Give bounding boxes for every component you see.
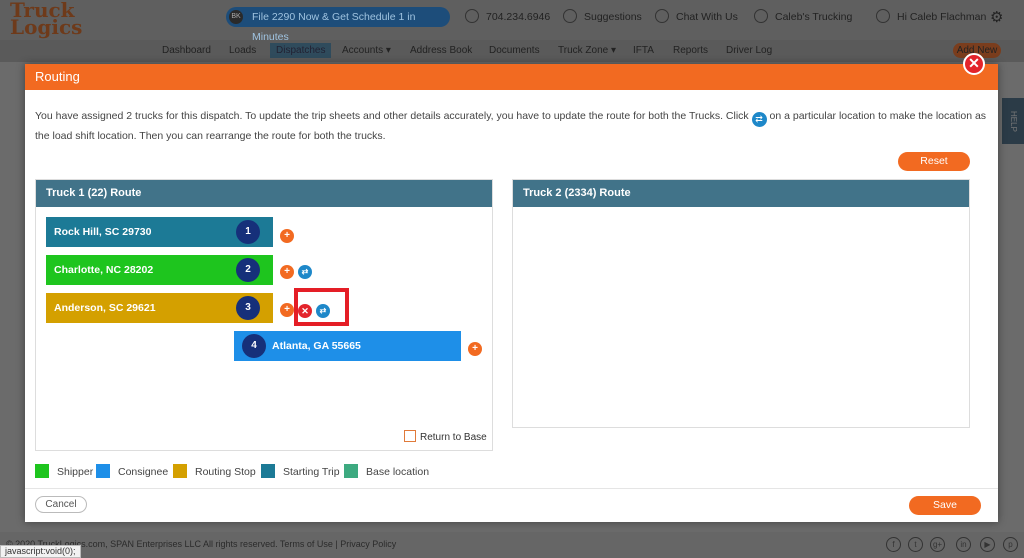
legend-routing-stop: Routing Stop bbox=[173, 464, 256, 479]
add-stop-icon[interactable]: + bbox=[468, 342, 482, 356]
user-greeting[interactable]: Hi Caleb Flachman bbox=[897, 11, 986, 23]
save-button[interactable]: Save bbox=[909, 496, 981, 515]
legend-label: Base location bbox=[366, 466, 430, 478]
suggestions-icon bbox=[563, 9, 577, 23]
legend-swatch bbox=[173, 464, 187, 478]
legend-label: Starting Trip bbox=[283, 466, 340, 478]
route-stop-number: 2 bbox=[236, 258, 260, 282]
nav-truck-zone[interactable]: Truck Zone ▾ bbox=[558, 45, 616, 56]
youtube-icon[interactable]: ▶ bbox=[980, 537, 995, 552]
nav-documents[interactable]: Documents bbox=[489, 45, 540, 56]
gear-icon[interactable]: ⚙ bbox=[990, 8, 1003, 26]
route-stop-3[interactable]: Anderson, SC 29621 3 bbox=[46, 293, 273, 323]
phone-number: 704.234.6946 bbox=[486, 11, 551, 23]
promo-icon: BK bbox=[229, 10, 243, 24]
legend-label: Shipper bbox=[57, 466, 94, 478]
app-footer: © 2020 TruckLogics.com, SPAN Enterprises… bbox=[0, 532, 1024, 558]
nav-reports[interactable]: Reports bbox=[673, 45, 708, 56]
route-stop-label: Atlanta, GA 55665 bbox=[272, 340, 361, 352]
truck1-route-panel: Truck 1 (22) Route Rock Hill, SC 29730 1… bbox=[35, 179, 493, 451]
status-bar-url: javascript:void(0); bbox=[0, 545, 81, 558]
linkedin-icon[interactable]: in bbox=[956, 537, 971, 552]
company-name[interactable]: Caleb's Trucking bbox=[775, 11, 852, 23]
help-tab[interactable]: HELP bbox=[1002, 98, 1024, 144]
pinterest-icon[interactable]: p bbox=[1003, 537, 1018, 552]
twitter-icon[interactable]: t bbox=[908, 537, 923, 552]
legend-shipper: Shipper bbox=[35, 464, 93, 479]
truck1-route-title: Truck 1 (22) Route bbox=[36, 180, 492, 207]
chat-link[interactable]: Chat With Us bbox=[676, 11, 738, 23]
add-stop-icon[interactable]: + bbox=[280, 229, 294, 243]
promo-text: File 2290 Now & Get Schedule 1 in Minute… bbox=[252, 11, 416, 43]
route-stop-number: 3 bbox=[236, 296, 260, 320]
app-logo: Truck Logics bbox=[10, 0, 83, 39]
suggestions-link[interactable]: Suggestions bbox=[584, 11, 642, 23]
user-icon bbox=[876, 9, 890, 23]
modal-title: Routing bbox=[25, 64, 998, 90]
legend-label: Consignee bbox=[118, 466, 169, 478]
legend-starting-trip: Starting Trip bbox=[261, 464, 340, 479]
route-stop-label: Charlotte, NC 28202 bbox=[54, 264, 154, 276]
modal-footer-divider bbox=[25, 488, 998, 489]
route-stop-2[interactable]: Charlotte, NC 28202 2 bbox=[46, 255, 273, 285]
legend-swatch bbox=[261, 464, 275, 478]
company-icon bbox=[754, 9, 768, 23]
return-to-base-option[interactable]: Return to Base bbox=[404, 430, 487, 443]
legend-swatch bbox=[344, 464, 358, 478]
instructions-text-1: You have assigned 2 trucks for this disp… bbox=[35, 110, 749, 122]
truck2-route-title: Truck 2 (2334) Route bbox=[513, 180, 969, 207]
load-shift-icon[interactable]: ⇄ bbox=[298, 265, 312, 279]
route-stop-label: Anderson, SC 29621 bbox=[54, 302, 156, 314]
truck2-route-panel: Truck 2 (2334) Route bbox=[512, 179, 970, 428]
swap-icon: ⇄ bbox=[751, 112, 767, 127]
promo-banner[interactable]: BK File 2290 Now & Get Schedule 1 in Min… bbox=[226, 7, 450, 43]
nav-accounts[interactable]: Accounts ▾ bbox=[342, 45, 391, 56]
route-stop-number: 4 bbox=[242, 334, 266, 358]
legend-consignee: Consignee bbox=[96, 464, 168, 479]
main-nav: Dashboard Loads Dispatches Accounts ▾ Ad… bbox=[0, 40, 1024, 62]
google-plus-icon[interactable]: g+ bbox=[930, 537, 945, 552]
cancel-button[interactable]: Cancel bbox=[35, 496, 87, 513]
add-stop-icon[interactable]: + bbox=[280, 303, 294, 317]
legend-label: Routing Stop bbox=[195, 466, 256, 478]
nav-driver-log[interactable]: Driver Log bbox=[726, 45, 772, 56]
facebook-icon[interactable]: f bbox=[886, 537, 901, 552]
nav-dashboard[interactable]: Dashboard bbox=[162, 45, 211, 56]
add-stop-icon[interactable]: + bbox=[280, 265, 294, 279]
nav-address-book[interactable]: Address Book bbox=[410, 45, 472, 56]
legend-swatch bbox=[96, 464, 110, 478]
chat-icon bbox=[655, 9, 669, 23]
route-stop-number: 1 bbox=[236, 220, 260, 244]
route-stop-1[interactable]: Rock Hill, SC 29730 1 bbox=[46, 217, 273, 247]
nav-ifta[interactable]: IFTA bbox=[633, 45, 654, 56]
legend-base-location: Base location bbox=[344, 464, 429, 479]
close-icon[interactable]: ✕ bbox=[963, 53, 985, 75]
reset-button[interactable]: Reset bbox=[898, 152, 970, 171]
load-shift-icon[interactable]: ⇄ bbox=[316, 304, 330, 318]
remove-stop-icon[interactable]: ✕ bbox=[298, 304, 312, 318]
nav-dispatches[interactable]: Dispatches bbox=[270, 43, 332, 58]
phone-icon bbox=[465, 9, 479, 23]
legend-swatch bbox=[35, 464, 49, 478]
return-to-base-label: Return to Base bbox=[420, 432, 487, 443]
route-stop-label: Rock Hill, SC 29730 bbox=[54, 226, 152, 238]
routing-modal: Routing You have assigned 2 trucks for t… bbox=[25, 64, 998, 522]
app-header: Truck Logics BK File 2290 Now & Get Sche… bbox=[0, 0, 1024, 43]
return-to-base-checkbox[interactable] bbox=[404, 430, 416, 442]
route-stop-4[interactable]: 4 Atlanta, GA 55665 bbox=[234, 331, 461, 361]
nav-loads[interactable]: Loads bbox=[229, 45, 256, 56]
routing-instructions: You have assigned 2 trucks for this disp… bbox=[35, 107, 990, 145]
